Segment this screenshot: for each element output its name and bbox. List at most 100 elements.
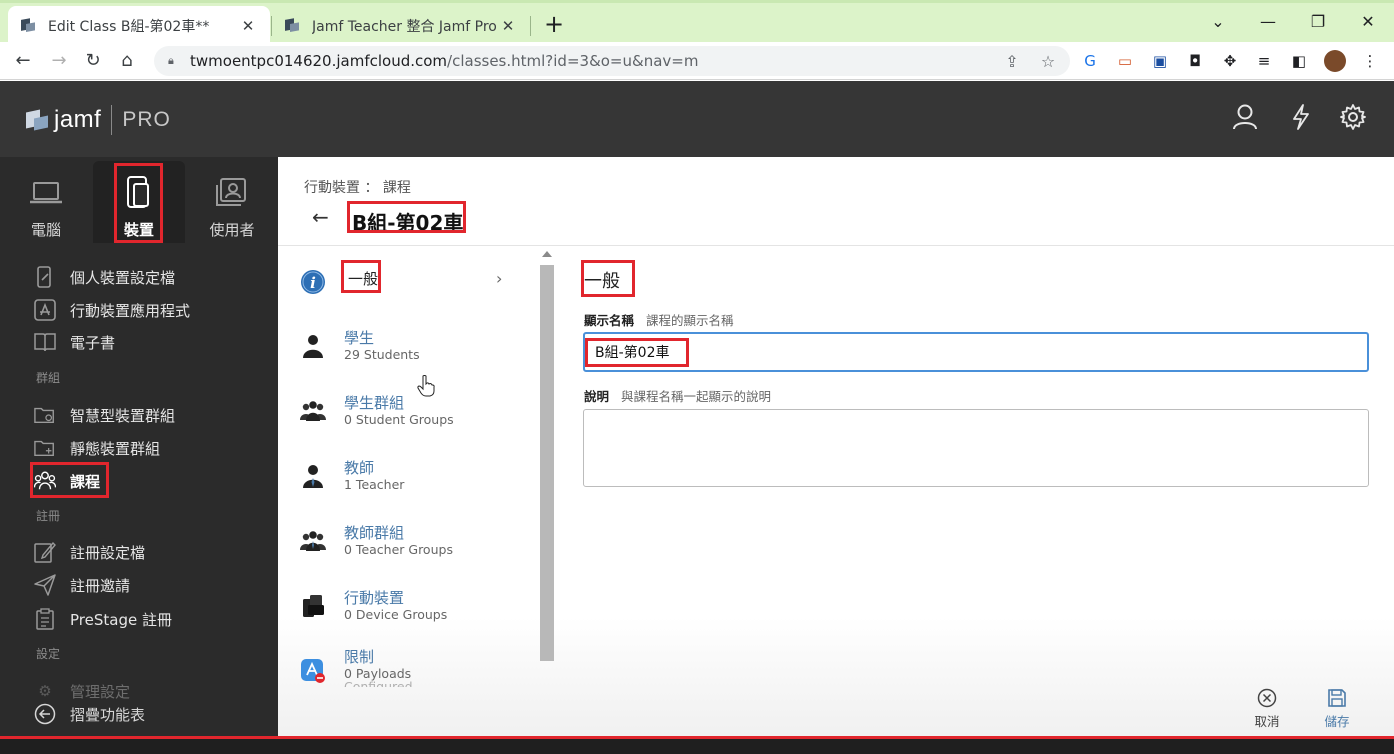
sidebar-section-enrollment: 註冊	[36, 509, 61, 523]
sidebar-item-mobile-apps[interactable]: 行動裝置應用程式	[34, 296, 190, 324]
section-teacher-groups-title: 教師群組	[344, 524, 405, 542]
description-textarea[interactable]	[583, 409, 1369, 487]
tab-users[interactable]: 使用者	[186, 161, 278, 243]
scrollbar-thumb[interactable]	[540, 265, 554, 661]
browser-tab-inactive[interactable]: Jamf Teacher 整合 Jamf Pro - Jamf ✕	[272, 6, 530, 45]
forward-icon[interactable]: →	[46, 48, 72, 74]
static-group-folder-icon	[34, 437, 56, 459]
address-bar[interactable]: 🔒︎ twmoentpc014620.jamfcloud.com/classes…	[154, 46, 1070, 76]
sidebar-item-smart-device-groups[interactable]: 智慧型裝置群組	[34, 401, 175, 429]
close-tab-icon[interactable]: ✕	[238, 17, 258, 35]
share-icon[interactable]: ⇪	[1002, 52, 1022, 72]
home-icon[interactable]: ⌂	[114, 48, 140, 74]
close-window-icon[interactable]: ✕	[1348, 9, 1388, 37]
side-panel-icon[interactable]: ◧	[1289, 51, 1309, 71]
sidebar-item-label: PreStage 註冊	[70, 610, 172, 629]
sidebar-item-ebooks[interactable]: 電子書	[34, 328, 115, 356]
gear-icon: ⚙	[38, 682, 52, 700]
highlight-box	[347, 201, 466, 233]
section-restrictions[interactable]: 限制 0 Payloads Configured	[300, 646, 530, 687]
restore-icon[interactable]: ❐	[1298, 9, 1338, 37]
minimize-icon[interactable]: —	[1248, 9, 1288, 37]
enrollment-profile-icon	[34, 541, 56, 563]
sidebar-item-label: 行動裝置應用程式	[70, 301, 191, 320]
browser-tab-active[interactable]: Edit Class B組-第02車** ✕	[8, 6, 270, 45]
section-general[interactable]: i 一般 ›	[300, 263, 530, 311]
save-disk-icon	[1328, 689, 1346, 707]
browser-tab-title: Edit Class B組-第02車**	[48, 18, 210, 35]
section-teachers-count: 1 Teacher	[344, 477, 405, 492]
description-label-text: 說明	[584, 389, 610, 404]
sidebar-item-enrollment-invitations[interactable]: 註冊邀請	[34, 571, 130, 599]
sections-scrollbar[interactable]	[540, 251, 554, 661]
logo-text: jamf	[54, 106, 102, 133]
translate-extension-icon[interactable]: G	[1080, 51, 1100, 71]
extensions-puzzle-icon[interactable]: ✥	[1220, 51, 1240, 71]
profile-avatar[interactable]	[1324, 50, 1346, 72]
section-students-title: 學生	[344, 329, 375, 347]
bottom-strip	[0, 739, 1394, 754]
reload-icon[interactable]: ↻	[80, 48, 106, 74]
section-students[interactable]: 學生 29 Students	[300, 327, 530, 375]
square-extension-icon[interactable]: ◘	[1185, 51, 1205, 71]
back-arrow-icon[interactable]: ←	[312, 205, 329, 229]
cast-extension-icon[interactable]: ▭	[1115, 51, 1135, 71]
browser-menu-icon[interactable]: ⋮	[1360, 51, 1380, 71]
sidebar-item-enrollment-profiles[interactable]: 註冊設定檔	[34, 538, 145, 566]
jamf-pro-logo[interactable]: jamf PRO	[26, 105, 171, 135]
section-mobile-devices-title: 行動裝置	[344, 589, 405, 607]
description-label: 說明 與課程名稱一起顯示的說明	[584, 386, 771, 405]
save-label: 儲存	[1324, 714, 1350, 729]
app-store-icon	[34, 299, 56, 321]
info-icon: i	[301, 270, 325, 294]
section-student-groups[interactable]: 學生群組 0 Student Groups	[300, 392, 530, 440]
restrictions-icon	[301, 659, 325, 683]
cancel-button[interactable]: 取消	[1242, 687, 1292, 730]
display-name-input[interactable]: B組-第02車	[583, 332, 1369, 372]
close-tab-icon[interactable]: ✕	[498, 17, 518, 35]
section-student-groups-title: 學生群組	[344, 394, 405, 412]
screen-capture-extension-icon[interactable]: ▣	[1150, 51, 1170, 71]
chevron-right-icon: ›	[496, 269, 503, 288]
hand-pointer-cursor-icon	[417, 375, 435, 397]
highlight-box	[30, 462, 109, 498]
sidebar-item-label: 電子書	[70, 333, 116, 352]
section-teachers[interactable]: 教師 1 Teacher	[300, 457, 530, 505]
svg-text:i: i	[310, 274, 316, 292]
section-mobile-devices[interactable]: 行動裝置 0 Device Groups	[300, 587, 530, 635]
back-icon[interactable]: ←	[10, 48, 36, 74]
collapse-arrow-icon	[34, 703, 56, 725]
reading-list-icon[interactable]: ≡	[1254, 51, 1274, 71]
logo-divider	[111, 105, 113, 135]
settings-gear-icon[interactable]	[1338, 103, 1368, 133]
new-tab-icon[interactable]: +	[540, 11, 568, 39]
student-icon	[303, 335, 323, 358]
sidebar-item-personal-device-profiles[interactable]: 個人裝置設定檔	[34, 263, 175, 291]
tab-computers[interactable]: 電腦	[0, 161, 92, 243]
collapse-menu-button[interactable]: 摺疊功能表	[34, 701, 254, 727]
prestage-clipboard-icon	[34, 608, 56, 630]
book-icon	[34, 331, 56, 353]
section-restrictions-status: Configured	[344, 679, 413, 687]
cancel-label: 取消	[1254, 714, 1280, 729]
user-account-icon[interactable]	[1230, 103, 1260, 133]
notifications-bolt-icon[interactable]	[1286, 103, 1316, 133]
logo-suffix: PRO	[122, 108, 171, 131]
sidebar-item-static-device-groups[interactable]: 靜態裝置群組	[34, 434, 160, 462]
bookmark-star-icon[interactable]: ☆	[1038, 52, 1058, 72]
tab-search-chevron-icon[interactable]: ⌄	[1198, 9, 1238, 37]
sidebar-item-prestage-enrollment[interactable]: PreStage 註冊	[34, 605, 172, 633]
mobile-devices-icon	[303, 595, 324, 617]
browser-tab-title: Jamf Teacher 整合 Jamf Pro - Jamf	[312, 18, 498, 35]
scroll-up-arrow-icon[interactable]	[542, 251, 552, 257]
cancel-circle-x-icon	[1257, 688, 1277, 708]
section-teacher-groups[interactable]: 教師群組 0 Teacher Groups	[300, 522, 530, 570]
display-name-label-text: 顯示名稱	[584, 313, 635, 328]
section-teacher-groups-count: 0 Teacher Groups	[344, 542, 453, 557]
browser-toolbar: ← → ↻ ⌂ 🔒︎ twmoentpc014620.jamfcloud.com…	[0, 42, 1394, 80]
save-button[interactable]: 儲存	[1312, 687, 1362, 730]
url-path: /classes.html?id=3&o=u&nav=m	[447, 52, 699, 70]
section-student-groups-count: 0 Student Groups	[344, 412, 454, 427]
main-content: 行動裝置 ： 課程 ← B組-第02車 i 一般 › 學生 29 Student…	[278, 157, 1394, 754]
sidebar: 電腦 裝置 使用者 個人裝置設定檔 行動裝置應用程式 電子書 群組 智慧型裝置群…	[0, 157, 278, 754]
